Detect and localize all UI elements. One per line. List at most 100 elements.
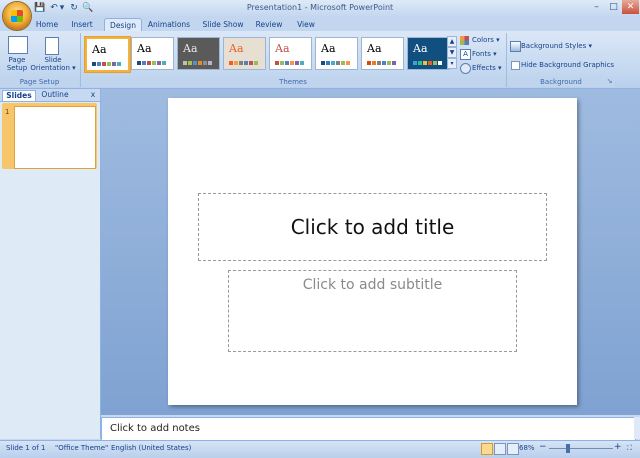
slide-thumbnail[interactable] — [14, 106, 96, 169]
slide-show-view-icon[interactable] — [507, 443, 519, 455]
theme-color-swatch — [290, 61, 294, 65]
background-group-label: Background — [507, 77, 615, 87]
theme-color-swatch — [183, 61, 187, 65]
minimize-button[interactable]: – — [588, 0, 605, 14]
tab-review[interactable]: Review — [253, 18, 285, 31]
theme-color-swatch — [229, 61, 233, 65]
page-setup-button[interactable]: Page Setup — [2, 56, 32, 72]
theme-color-swatch — [142, 61, 146, 65]
slide-number: 1 — [5, 108, 10, 116]
theme-color-swatch — [300, 61, 304, 65]
theme-color-swatch — [193, 61, 197, 65]
theme-color-swatch — [208, 61, 212, 65]
theme-color-swatch — [147, 61, 151, 65]
background-styles-icon — [510, 41, 521, 52]
language-status: English (United States) — [111, 444, 192, 452]
theme-color-swatch — [336, 61, 340, 65]
tab-design[interactable]: Design — [104, 18, 142, 32]
theme-thumbnail[interactable]: Aa — [269, 37, 312, 70]
theme-color-swatch — [280, 61, 284, 65]
hide-background-checkbox[interactable] — [511, 61, 520, 70]
tab-outline[interactable]: Outline — [38, 90, 72, 100]
tab-slides[interactable]: Slides — [2, 90, 36, 101]
theme-color-swatch — [102, 62, 106, 66]
theme-color-swatch — [346, 61, 350, 65]
theme-thumbnail[interactable]: Aa — [177, 37, 220, 70]
theme-color-swatch — [107, 62, 111, 66]
theme-color-swatch — [162, 61, 166, 65]
background-styles-button[interactable]: Background Styles ▾ — [521, 41, 592, 51]
theme-color-swatch — [331, 61, 335, 65]
gallery-scroll-down-icon[interactable]: ▼ — [447, 47, 457, 58]
fonts-button[interactable]: Fonts ▾ — [472, 49, 497, 59]
notes-pane[interactable]: Click to add notes — [101, 417, 636, 441]
theme-thumbnail[interactable]: Aa — [85, 37, 130, 72]
close-button[interactable]: ✕ — [622, 0, 639, 14]
theme-color-swatch — [234, 61, 238, 65]
tab-view[interactable]: View — [293, 18, 319, 31]
theme-color-swatch — [413, 61, 417, 65]
title-placeholder[interactable]: Click to add title — [198, 193, 547, 261]
maximize-button[interactable]: □ — [605, 0, 622, 14]
theme-sample-text: Aa — [229, 42, 244, 55]
theme-thumbnail[interactable]: Aa — [223, 37, 266, 70]
page-setup-icon — [8, 36, 28, 54]
theme-color-swatch — [387, 61, 391, 65]
theme-color-swatch — [392, 61, 396, 65]
theme-color-swatch — [321, 61, 325, 65]
theme-sample-text: Aa — [92, 43, 107, 56]
theme-color-swatch — [433, 61, 437, 65]
normal-view-icon[interactable] — [481, 443, 493, 455]
gallery-more-icon[interactable]: ▾ — [447, 58, 457, 69]
colors-button[interactable]: Colors ▾ — [472, 35, 500, 45]
theme-color-swatch — [372, 61, 376, 65]
zoom-slider[interactable] — [549, 448, 613, 449]
theme-color-swatch — [157, 61, 161, 65]
office-button[interactable] — [3, 2, 31, 30]
fit-to-window-icon[interactable]: ⛶ — [627, 444, 632, 453]
theme-thumbnail[interactable]: Aa — [315, 37, 358, 70]
theme-color-swatch — [239, 61, 243, 65]
theme-color-swatch — [97, 62, 101, 66]
theme-color-swatch — [438, 61, 442, 65]
theme-thumbnail[interactable]: Aa — [361, 37, 404, 70]
theme-color-swatch — [137, 61, 141, 65]
theme-color-swatch — [92, 62, 96, 66]
theme-sample-text: Aa — [137, 42, 152, 55]
slide-sorter-icon[interactable] — [494, 443, 506, 455]
zoom-level[interactable]: 68% — [519, 444, 535, 452]
tab-animations[interactable]: Animations — [146, 18, 192, 31]
theme-color-swatch — [112, 62, 116, 66]
zoom-in-icon[interactable]: + — [614, 442, 622, 452]
theme-name: "Office Theme" — [55, 444, 109, 452]
pane-close-icon[interactable]: x — [88, 90, 98, 100]
theme-sample-text: Aa — [183, 42, 198, 55]
theme-color-swatch — [254, 61, 258, 65]
tab-slide-show[interactable]: Slide Show — [200, 18, 246, 31]
theme-color-swatch — [275, 61, 279, 65]
theme-color-swatch — [117, 62, 121, 66]
zoom-slider-thumb[interactable] — [566, 444, 570, 453]
office-logo-icon — [11, 10, 23, 22]
theme-thumbnail[interactable]: Aa — [131, 37, 174, 70]
effects-icon — [460, 63, 471, 74]
effects-button[interactable]: Effects ▾ — [472, 63, 502, 73]
theme-sample-text: Aa — [413, 42, 428, 55]
slide-orientation-button[interactable]: Slide Orientation ▾ — [30, 56, 76, 72]
theme-color-swatch — [428, 61, 432, 65]
theme-color-swatch — [382, 61, 386, 65]
theme-sample-text: Aa — [321, 42, 336, 55]
theme-color-swatch — [367, 61, 371, 65]
zoom-out-icon[interactable]: − — [539, 442, 547, 452]
subtitle-placeholder[interactable]: Click to add subtitle — [228, 270, 517, 352]
page-setup-group-label: Page Setup — [0, 77, 79, 87]
tab-home[interactable]: Home — [33, 18, 61, 31]
window-title: Presentation1 - Microsoft PowerPoint — [246, 3, 394, 12]
theme-color-swatch — [326, 61, 330, 65]
slide-count: Slide 1 of 1 — [6, 444, 46, 452]
notes-scrollbar[interactable] — [634, 417, 640, 439]
theme-thumbnail[interactable]: Aa — [407, 37, 450, 70]
dialog-launcher-icon[interactable]: ↘ — [605, 77, 614, 86]
gallery-scroll-up-icon[interactable]: ▲ — [447, 36, 457, 47]
tab-insert[interactable]: Insert — [67, 18, 97, 31]
